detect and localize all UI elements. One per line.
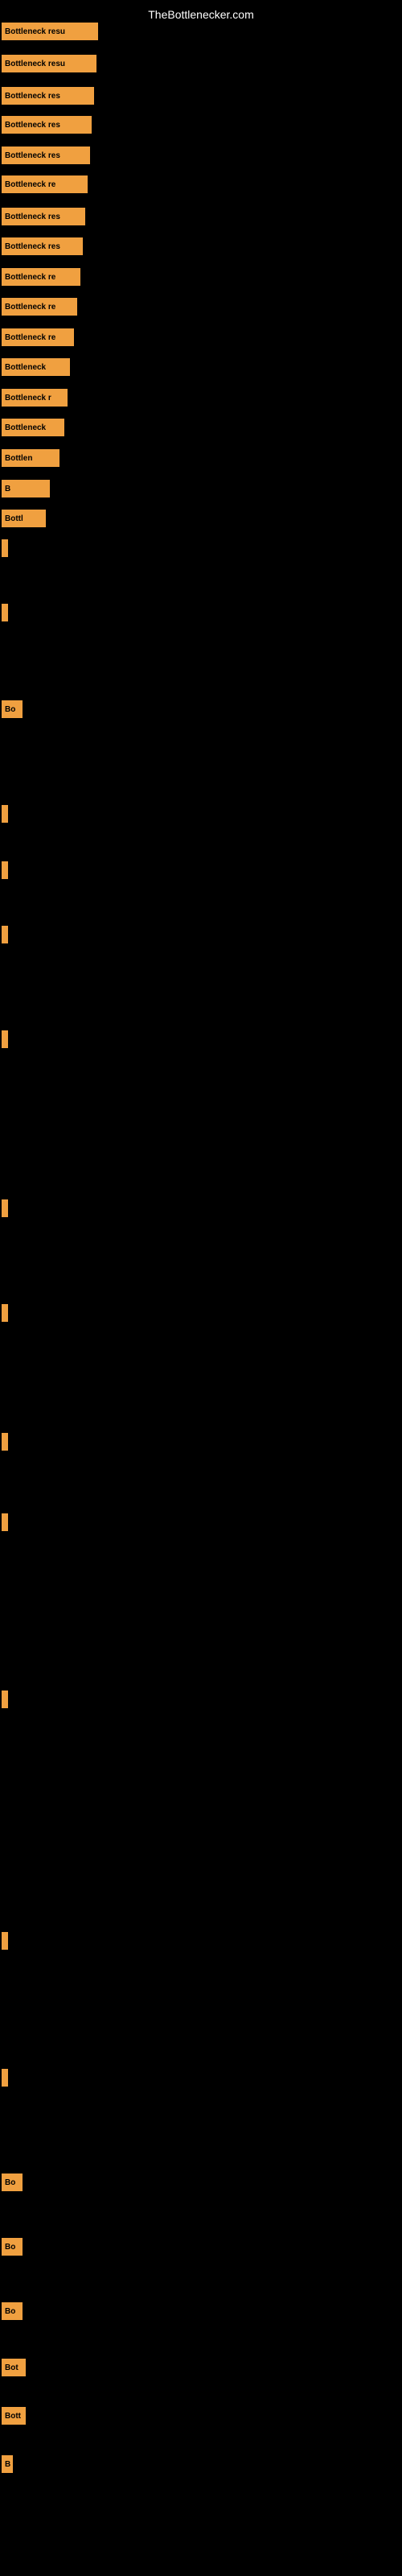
bar-item: Bottleneck: [2, 419, 64, 436]
bar-item: Bottleneck resu: [2, 55, 96, 72]
bar-item: Bo: [2, 700, 23, 718]
bar-item: Bottleneck re: [2, 328, 74, 346]
bar-item: [2, 805, 8, 823]
bar-item: Bott: [2, 2407, 26, 2425]
bar-item: [2, 1199, 8, 1217]
bar-item: [2, 861, 8, 879]
bar-item: [2, 1932, 8, 1950]
bar-item: Bo: [2, 2174, 23, 2191]
bar-item: [2, 1690, 8, 1708]
bar-item: Bottleneck: [2, 358, 70, 376]
bar-item: B: [2, 2455, 13, 2473]
bar-item: [2, 926, 8, 943]
bar-item: [2, 1304, 8, 1322]
bar-item: [2, 2069, 8, 2087]
bar-item: Bot: [2, 2359, 26, 2376]
bar-item: Bottleneck re: [2, 268, 80, 286]
bar-item: [2, 1433, 8, 1451]
bar-item: Bottleneck resu: [2, 23, 98, 40]
bar-item: Bo: [2, 2238, 23, 2256]
bar-item: [2, 1513, 8, 1531]
bar-item: Bo: [2, 2302, 23, 2320]
bar-item: [2, 604, 8, 621]
bar-item: Bottleneck res: [2, 147, 90, 164]
bar-item: Bottleneck res: [2, 208, 85, 225]
bar-item: [2, 1030, 8, 1048]
bar-item: Bottleneck re: [2, 298, 77, 316]
bar-item: Bottlen: [2, 449, 59, 467]
bar-item: Bottleneck res: [2, 87, 94, 105]
bar-item: Bottleneck res: [2, 237, 83, 255]
bar-item: [2, 539, 8, 557]
bar-item: B: [2, 480, 50, 497]
bar-item: Bottleneck res: [2, 116, 92, 134]
bar-item: Bottleneck re: [2, 175, 88, 193]
bar-item: Bottl: [2, 510, 46, 527]
bar-item: Bottleneck r: [2, 389, 68, 407]
